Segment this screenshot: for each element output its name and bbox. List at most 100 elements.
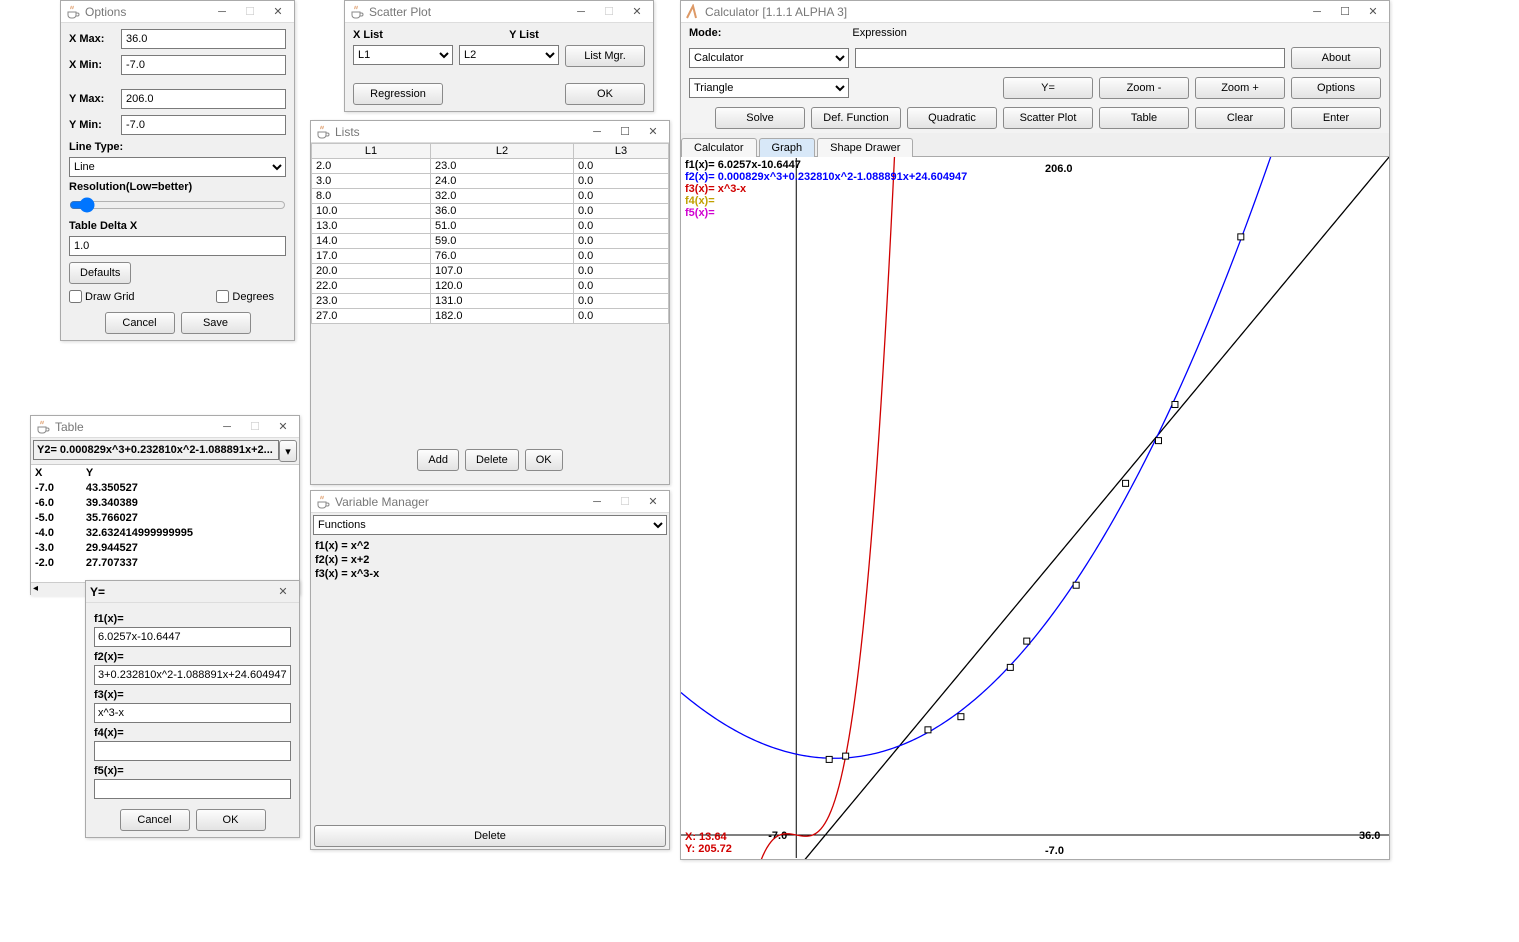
ylist-select[interactable]: L2 — [459, 45, 559, 65]
mode-select[interactable]: Calculator — [689, 48, 849, 68]
degrees-checkbox[interactable]: Degrees — [216, 290, 274, 303]
options-title: Options — [85, 5, 206, 19]
java-icon — [315, 494, 331, 510]
expression-input[interactable] — [855, 48, 1285, 68]
tabledx-input[interactable] — [69, 236, 286, 256]
options-button[interactable]: Options — [1291, 77, 1381, 99]
f2-input[interactable] — [94, 665, 291, 685]
f3-input[interactable] — [94, 703, 291, 723]
maximize-button[interactable]: ☐ — [613, 124, 637, 140]
solve-button[interactable]: Solve — [715, 107, 805, 129]
table-formula — [33, 440, 279, 460]
table-button[interactable]: Table — [1099, 107, 1189, 129]
ymax-input[interactable] — [121, 89, 286, 109]
close-button[interactable]: ✕ — [271, 584, 295, 600]
zoom--button[interactable]: Zoom + — [1195, 77, 1285, 99]
xmax-input[interactable] — [121, 29, 286, 49]
submode-select[interactable]: Triangle — [689, 78, 849, 98]
delete-button[interactable]: Delete — [465, 449, 519, 471]
function-label: f2(x)= 0.000829x^3+0.232810x^2-1.088891x… — [685, 171, 967, 183]
close-button[interactable]: ✕ — [266, 4, 290, 20]
linetype-select[interactable]: Line — [69, 157, 286, 177]
zoom--button[interactable]: Zoom - — [1099, 77, 1189, 99]
tab-shape-drawer[interactable]: Shape Drawer — [817, 138, 913, 157]
regression-button[interactable]: Regression — [353, 83, 443, 105]
varmgr-item[interactable]: f3(x) = x^3-x — [315, 567, 665, 581]
ok-button[interactable]: OK — [565, 83, 645, 105]
y--button[interactable]: Y= — [1003, 77, 1093, 99]
maximize-button[interactable]: ☐ — [1333, 4, 1357, 20]
minimize-button[interactable]: ─ — [215, 419, 239, 435]
minimize-button[interactable]: ─ — [210, 4, 234, 20]
mode-label: Mode: — [689, 27, 721, 39]
tab-graph[interactable]: Graph — [759, 138, 816, 157]
calculator-window: Calculator [1.1.1 ALPHA 3] ─ ☐ ✕ Mode: E… — [680, 0, 1390, 860]
scroll-left-icon[interactable]: ◂ — [33, 583, 38, 594]
resolution-slider[interactable] — [69, 197, 286, 213]
f4-input[interactable] — [94, 741, 291, 761]
def-function-button[interactable]: Def. Function — [811, 107, 901, 129]
lists-table[interactable]: L1L2L32.023.00.03.024.00.08.032.00.010.0… — [311, 143, 669, 324]
varmgr-item[interactable]: f2(x) = x+2 — [315, 553, 665, 567]
yequals-title: Y= — [90, 585, 267, 599]
scatter-plot-button[interactable]: Scatter Plot — [1003, 107, 1093, 129]
svg-text:206.0: 206.0 — [1045, 163, 1073, 175]
function-label: f3(x)= x^3-x — [685, 183, 967, 195]
close-button[interactable]: ✕ — [271, 419, 295, 435]
maximize-button[interactable]: ☐ — [238, 4, 262, 20]
ymin-input[interactable] — [121, 115, 286, 135]
maximize-button[interactable]: ☐ — [597, 4, 621, 20]
java-icon — [65, 4, 81, 20]
f3-label: f3(x)= — [94, 689, 291, 701]
drawgrid-checkbox[interactable]: Draw Grid — [69, 290, 135, 303]
java-icon — [349, 4, 365, 20]
maximize-button[interactable]: ☐ — [243, 419, 267, 435]
enter-button[interactable]: Enter — [1291, 107, 1381, 129]
defaults-button[interactable]: Defaults — [69, 262, 131, 284]
f1-input[interactable] — [94, 627, 291, 647]
varmgr-item[interactable]: f1(x) = x^2 — [315, 539, 665, 553]
f5-input[interactable] — [94, 779, 291, 799]
calculator-titlebar: Calculator [1.1.1 ALPHA 3] ─ ☐ ✕ — [681, 1, 1389, 23]
calculator-title: Calculator [1.1.1 ALPHA 3] — [705, 5, 1301, 19]
close-button[interactable]: ✕ — [1361, 4, 1385, 20]
cancel-button[interactable]: Cancel — [120, 809, 190, 831]
listmgr-button[interactable]: List Mgr. — [565, 45, 645, 67]
clear-button[interactable]: Clear — [1195, 107, 1285, 129]
about-button[interactable]: About — [1291, 47, 1381, 69]
java-icon — [35, 419, 51, 435]
xlist-select[interactable]: L1 — [353, 45, 453, 65]
function-label: f5(x)= — [685, 207, 967, 219]
function-label: f1(x)= 6.0257x-10.6447 — [685, 159, 967, 171]
scatter-window: Scatter Plot ─ ☐ ✕ X List Y List L1 L2 L… — [344, 0, 654, 112]
minimize-button[interactable]: ─ — [585, 124, 609, 140]
options-window: Options ─ ☐ ✕ X Max: X Min: Y Max: Y Min… — [60, 0, 295, 341]
svg-text:-7.0: -7.0 — [1045, 845, 1064, 857]
calc-tabs: CalculatorGraphShape Drawer — [681, 133, 1389, 157]
close-button[interactable]: ✕ — [625, 4, 649, 20]
add-button[interactable]: Add — [417, 449, 459, 471]
formula-dropdown[interactable]: ▾ — [279, 440, 297, 462]
minimize-button[interactable]: ─ — [1305, 4, 1329, 20]
minimize-button[interactable]: ─ — [569, 4, 593, 20]
tab-calculator[interactable]: Calculator — [681, 138, 757, 157]
ok-button[interactable]: OK — [525, 449, 563, 471]
maximize-button[interactable]: ☐ — [613, 494, 637, 510]
varmgr-title: Variable Manager — [335, 495, 581, 509]
cancel-button[interactable]: Cancel — [105, 312, 175, 334]
close-button[interactable]: ✕ — [641, 494, 665, 510]
minimize-button[interactable]: ─ — [585, 494, 609, 510]
quadratic-button[interactable]: Quadratic — [907, 107, 997, 129]
save-button[interactable]: Save — [181, 312, 251, 334]
xmin-input[interactable] — [121, 55, 286, 75]
close-button[interactable]: ✕ — [641, 124, 665, 140]
varmgr-category-select[interactable]: Functions — [313, 515, 667, 535]
table-title: Table — [55, 420, 211, 434]
delete-button[interactable]: Delete — [314, 825, 666, 847]
f1-label: f1(x)= — [94, 613, 291, 625]
graph-area[interactable]: -7.036.0206.0-7.0 f1(x)= 6.0257x-10.6447… — [681, 157, 1389, 859]
ok-button[interactable]: OK — [196, 809, 266, 831]
xy-table: XY-7.043.350527-6.039.340389-5.035.76602… — [31, 465, 299, 570]
expression-label: Expression — [852, 27, 906, 39]
svg-text:36.0: 36.0 — [1359, 830, 1380, 842]
